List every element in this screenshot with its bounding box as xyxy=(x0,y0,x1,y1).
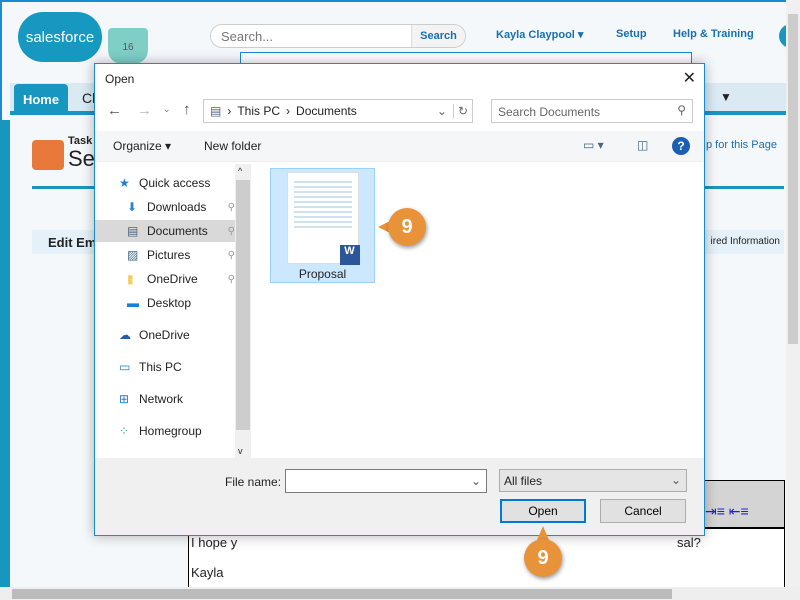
document-icon: ▤ xyxy=(127,224,139,238)
cloud-icon: ☁ xyxy=(119,328,131,342)
page-title: Se xyxy=(68,146,95,171)
pin-icon[interactable]: ⚲ xyxy=(228,226,235,237)
document-icon: ▤ xyxy=(210,104,222,118)
preview-pane-icon[interactable]: ◫ xyxy=(637,138,648,152)
step-callout-open: 9 xyxy=(524,539,562,577)
pictures-icon: ▨ xyxy=(127,248,139,262)
nav-item-label: Network xyxy=(139,392,184,406)
filename-label: File name: xyxy=(225,475,282,489)
mug-icon: 16 xyxy=(108,28,148,64)
sidebar-strip[interactable] xyxy=(0,120,10,590)
chevron-down-icon[interactable]: ⌄ xyxy=(437,104,447,118)
word-icon: W xyxy=(339,245,360,265)
search-icon: ⚲ xyxy=(677,103,686,117)
pin-icon[interactable]: ⚲ xyxy=(228,202,235,213)
user-name: Kayla Claypool xyxy=(496,29,575,41)
required-info: ired Information xyxy=(710,236,780,247)
organize-label: Organize xyxy=(113,139,162,153)
global-search: Search xyxy=(210,24,466,48)
nav-item[interactable]: ⬇ Downloads ⚲ xyxy=(127,196,235,218)
body-text: I hope y xyxy=(191,535,238,550)
nav-item[interactable]: ⊞ Network xyxy=(119,388,235,410)
computer-icon: ▭ xyxy=(119,360,131,374)
nav-item-label: OneDrive xyxy=(139,328,190,342)
forward-icon[interactable]: → xyxy=(137,102,152,119)
close-icon[interactable]: ✕ xyxy=(683,68,696,88)
scrollbar-thumb[interactable] xyxy=(12,589,672,599)
organize-button[interactable]: Organize ▾ xyxy=(113,139,171,153)
nav-item[interactable]: ⁘ Homegroup xyxy=(119,420,235,442)
file-type-value: All files xyxy=(504,474,543,488)
nav-item[interactable]: ▭ This PC xyxy=(119,356,235,378)
callout-pointer xyxy=(537,526,549,540)
nav-item-label: Desktop xyxy=(147,296,192,310)
more-tabs-icon[interactable]: ▼ xyxy=(720,90,732,104)
folder-icon: ▮ xyxy=(127,272,134,286)
nav-item[interactable]: ▬ Desktop xyxy=(127,292,235,314)
pin-icon[interactable]: ⚲ xyxy=(228,274,235,285)
search-placeholder: Search Documents xyxy=(498,105,601,119)
recent-chevron-icon[interactable]: ⌄ xyxy=(163,104,171,115)
step-callout-file: 9 xyxy=(388,208,426,246)
help-page-link[interactable]: p for this Page xyxy=(706,139,777,151)
chevron-down-icon: ⌄ xyxy=(670,473,681,487)
document-thumbnail: W xyxy=(286,172,360,265)
breadcrumb-this-pc[interactable]: This PC xyxy=(237,104,280,118)
file-proposal[interactable]: W Proposal xyxy=(270,168,375,283)
refresh-icon[interactable]: ↻ xyxy=(452,104,472,118)
cancel-button[interactable]: Cancel xyxy=(600,499,686,523)
nav-item-label: Pictures xyxy=(147,248,191,262)
network-icon: ⊞ xyxy=(119,392,130,406)
salesforce-logo[interactable]: salesforce xyxy=(18,12,102,62)
nav-item-label: OneDrive xyxy=(147,272,198,286)
file-type-select[interactable]: All files ⌄ xyxy=(499,469,687,492)
search-input[interactable] xyxy=(211,25,411,47)
home-icon xyxy=(32,140,64,170)
search-button[interactable]: Search xyxy=(411,25,465,47)
view-icon[interactable]: ▭ ▾ xyxy=(583,138,604,152)
address-bar[interactable]: ▤ › This PC › Documents ⌄ ↻ xyxy=(203,99,473,123)
breadcrumb-documents[interactable]: Documents xyxy=(296,104,357,118)
nav-item-label: Documents xyxy=(147,224,208,238)
file-name: Proposal xyxy=(298,267,347,281)
dialog-toolbar: Organize ▾ New folder ▭ ▾ ◫ ? xyxy=(95,131,704,162)
edit-title: Edit Em xyxy=(48,235,97,250)
nav-scrollbar-thumb[interactable] xyxy=(236,180,250,430)
help-icon[interactable]: ? xyxy=(672,137,690,155)
nav-item-label: This PC xyxy=(139,360,182,374)
setup-link[interactable]: Setup xyxy=(616,28,647,40)
nav-item-label: Quick access xyxy=(139,176,211,190)
chevron-down-icon[interactable]: ⌄ xyxy=(471,474,481,488)
open-button[interactable]: Open xyxy=(500,499,586,523)
dialog-footer: File name: ⌄ All files ⌄ Open Cancel xyxy=(95,458,704,535)
nav-item[interactable]: ★ Quick access xyxy=(119,172,235,194)
dialog-title: Open xyxy=(105,72,135,86)
indent-icon[interactable]: ⇥≡ ⇤≡ xyxy=(705,503,749,520)
star-icon: ★ xyxy=(119,176,130,190)
nav-item[interactable]: ▮ OneDrive ⚲ xyxy=(127,268,235,290)
user-menu[interactable]: Kayla Claypool ▾ xyxy=(496,28,583,41)
body-text-end: sal? xyxy=(677,535,701,550)
tab-home[interactable]: Home xyxy=(14,84,68,115)
nav-item-label: Homegroup xyxy=(139,424,202,438)
download-icon: ⬇ xyxy=(127,200,138,214)
new-folder-button[interactable]: New folder xyxy=(204,139,261,153)
nav-item-label: Downloads xyxy=(147,200,207,214)
back-icon[interactable]: ← xyxy=(107,102,122,119)
navigation-pane: ★ Quick access ⬇ Downloads ⚲ ▤ Documents ⚲ ▨ Pict… xyxy=(95,162,251,458)
nav-item[interactable]: ☁ OneDrive xyxy=(119,324,235,346)
signature: Kayla xyxy=(191,565,224,580)
nav-item[interactable]: ▤ Documents ⚲ xyxy=(95,220,235,242)
help-link[interactable]: Help & Training xyxy=(673,28,754,40)
nav-item[interactable]: ▨ Pictures ⚲ xyxy=(127,244,235,266)
homegroup-icon: ⁘ xyxy=(119,424,130,438)
up-icon[interactable]: ↑ xyxy=(183,101,191,118)
vertical-scrollbar[interactable] xyxy=(786,0,800,587)
desktop-icon: ▬ xyxy=(127,296,139,310)
pin-icon[interactable]: ⚲ xyxy=(228,250,235,261)
filename-input[interactable]: ⌄ xyxy=(285,469,487,493)
open-dialog: Open ✕ ← → ⌄ ↑ ▤ › This PC › Documents ⌄ ↻… xyxy=(94,63,705,536)
search-documents-input[interactable]: Search Documents ⚲ xyxy=(491,99,693,123)
